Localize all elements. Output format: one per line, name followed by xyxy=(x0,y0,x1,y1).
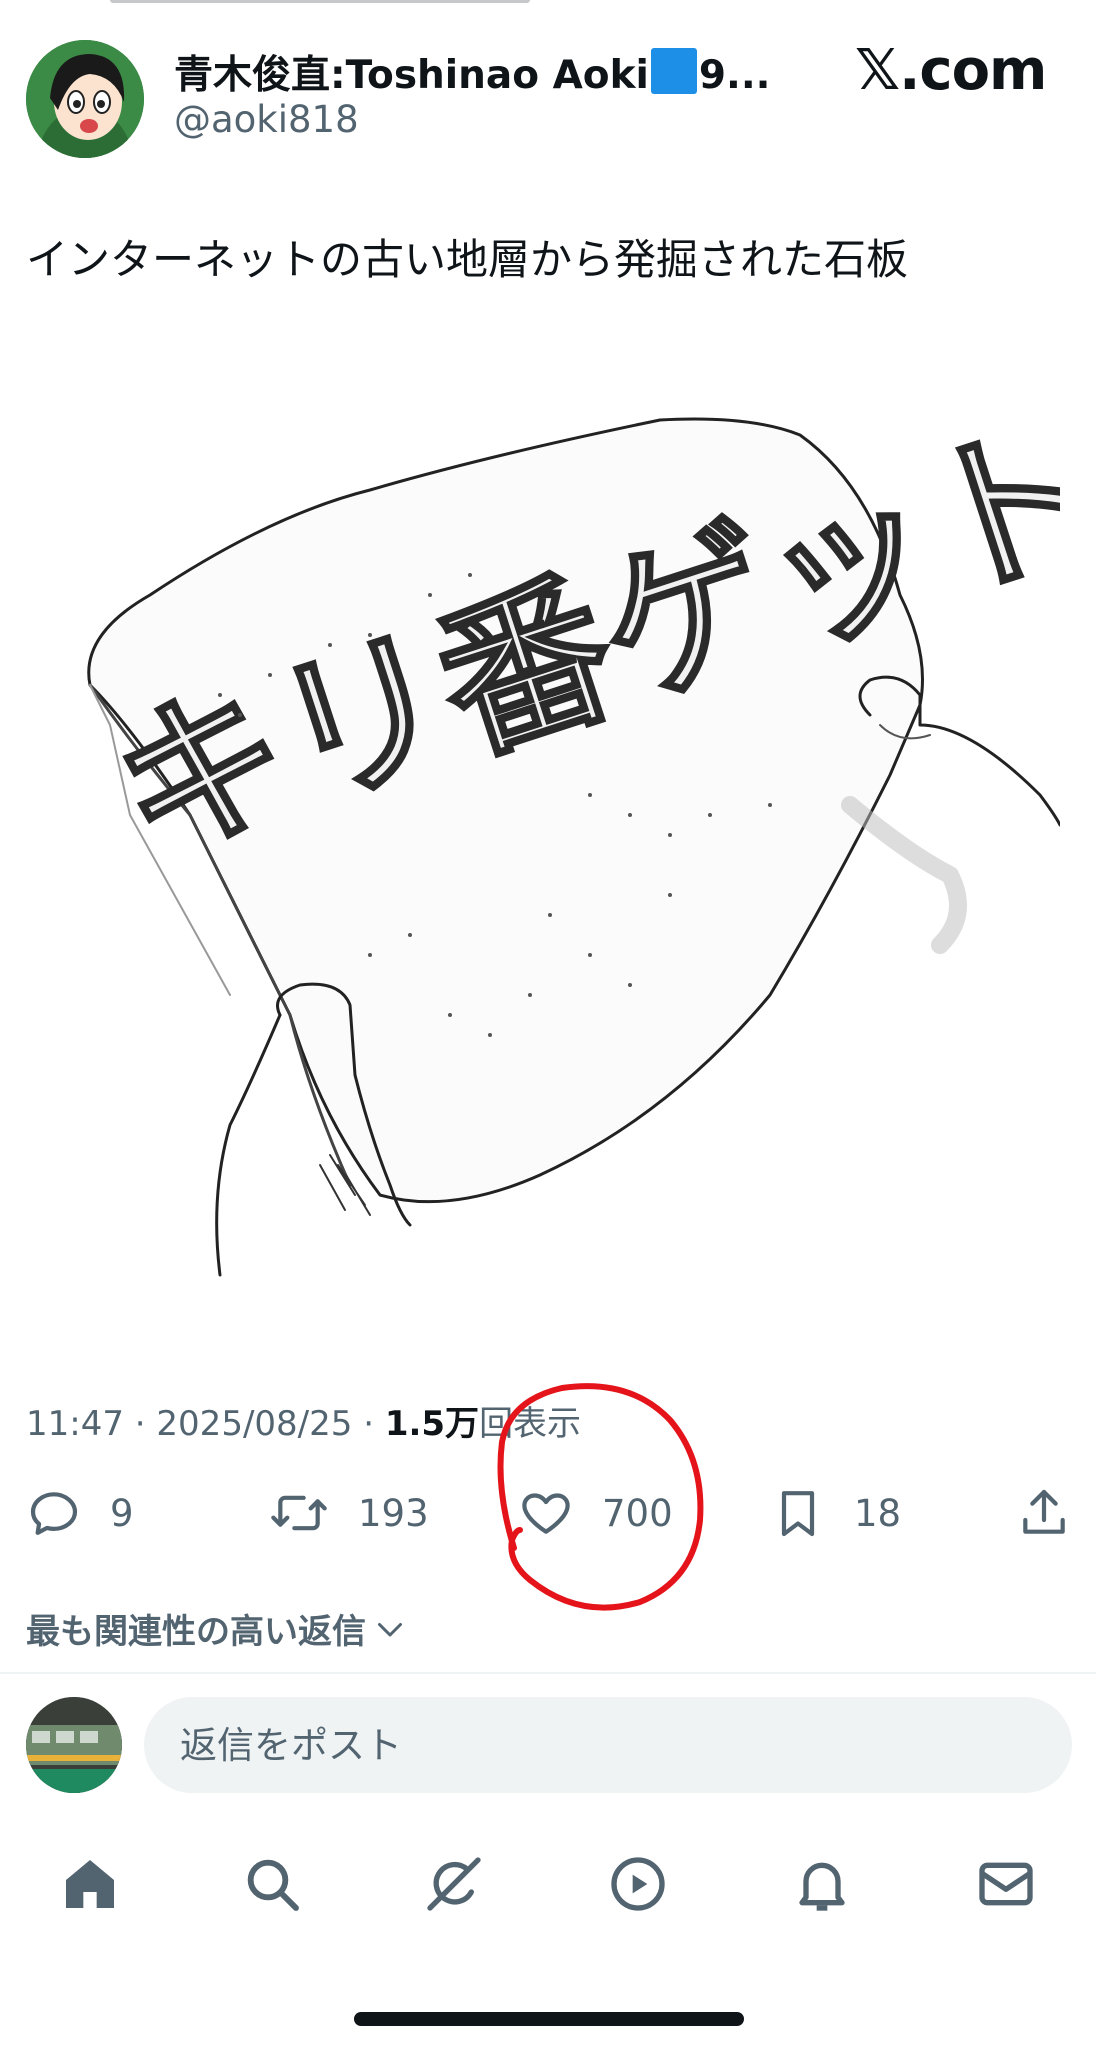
user-avatar[interactable] xyxy=(26,1697,122,1793)
tab-notifications[interactable] xyxy=(790,1852,854,1916)
tweet-date[interactable]: 2025/08/25 xyxy=(156,1404,352,1444)
share-button[interactable] xyxy=(1016,1483,1096,1543)
train-avatar-image xyxy=(26,1697,122,1793)
stone-tablet-illustration: キリ番ゲット xyxy=(87,389,1096,1277)
reply-count: 9 xyxy=(110,1491,134,1535)
avatar-illustration xyxy=(26,40,144,158)
view-count: 1.5万 xyxy=(384,1404,480,1444)
video-icon xyxy=(611,1857,665,1911)
tab-search[interactable] xyxy=(240,1852,304,1916)
tweet-text: インターネットの古い地層から発掘された石板 xyxy=(26,235,909,284)
x-com-logo[interactable]: 𝕏.com xyxy=(855,38,1047,103)
previous-content-edge xyxy=(110,0,530,6)
reply-button[interactable]: 9 xyxy=(26,1483,134,1543)
grok-icon xyxy=(427,1857,481,1911)
tab-home[interactable] xyxy=(58,1852,122,1916)
reply-icon xyxy=(30,1492,78,1535)
chevron-down-icon xyxy=(378,1622,402,1636)
bookmark-count: 18 xyxy=(854,1491,902,1535)
tweet-image[interactable]: キリ番ゲット xyxy=(70,389,1096,1285)
display-name-text: 青木俊直:Toshinao Aoki xyxy=(174,53,649,98)
tab-messages[interactable] xyxy=(974,1852,1038,1916)
mail-icon xyxy=(979,1862,1033,1906)
divider xyxy=(0,1672,1096,1674)
repost-icon xyxy=(271,1495,327,1531)
annotation-circle xyxy=(497,1383,704,1611)
author-handle[interactable]: @aoki818 xyxy=(174,98,359,141)
search-icon xyxy=(247,1859,299,1911)
bookmark-icon xyxy=(781,1491,815,1537)
reply-sort-dropdown[interactable]: 最も関連性の高い返信 xyxy=(26,1604,408,1653)
author-display-name[interactable]: 青木俊直:Toshinao Aoki 9... xyxy=(174,44,771,100)
tab-video[interactable] xyxy=(606,1852,670,1916)
reply-input[interactable] xyxy=(144,1697,1072,1793)
sort-label: 最も関連性の高い返信 xyxy=(26,1612,366,1652)
bookmark-button[interactable]: 18 xyxy=(770,1483,901,1543)
flag-icon xyxy=(650,48,697,94)
share-icon xyxy=(1023,1489,1065,1534)
bell-icon xyxy=(799,1862,845,1911)
tab-grok[interactable] xyxy=(422,1852,486,1916)
tweet-time[interactable]: 11:47 xyxy=(26,1404,124,1444)
home-indicator[interactable] xyxy=(354,2012,744,2026)
home-icon xyxy=(66,1860,114,1908)
repost-button[interactable]: 193 xyxy=(268,1483,429,1543)
author-avatar[interactable] xyxy=(26,40,144,158)
display-name-truncated: 9... xyxy=(698,53,771,98)
repost-count: 193 xyxy=(358,1491,429,1535)
